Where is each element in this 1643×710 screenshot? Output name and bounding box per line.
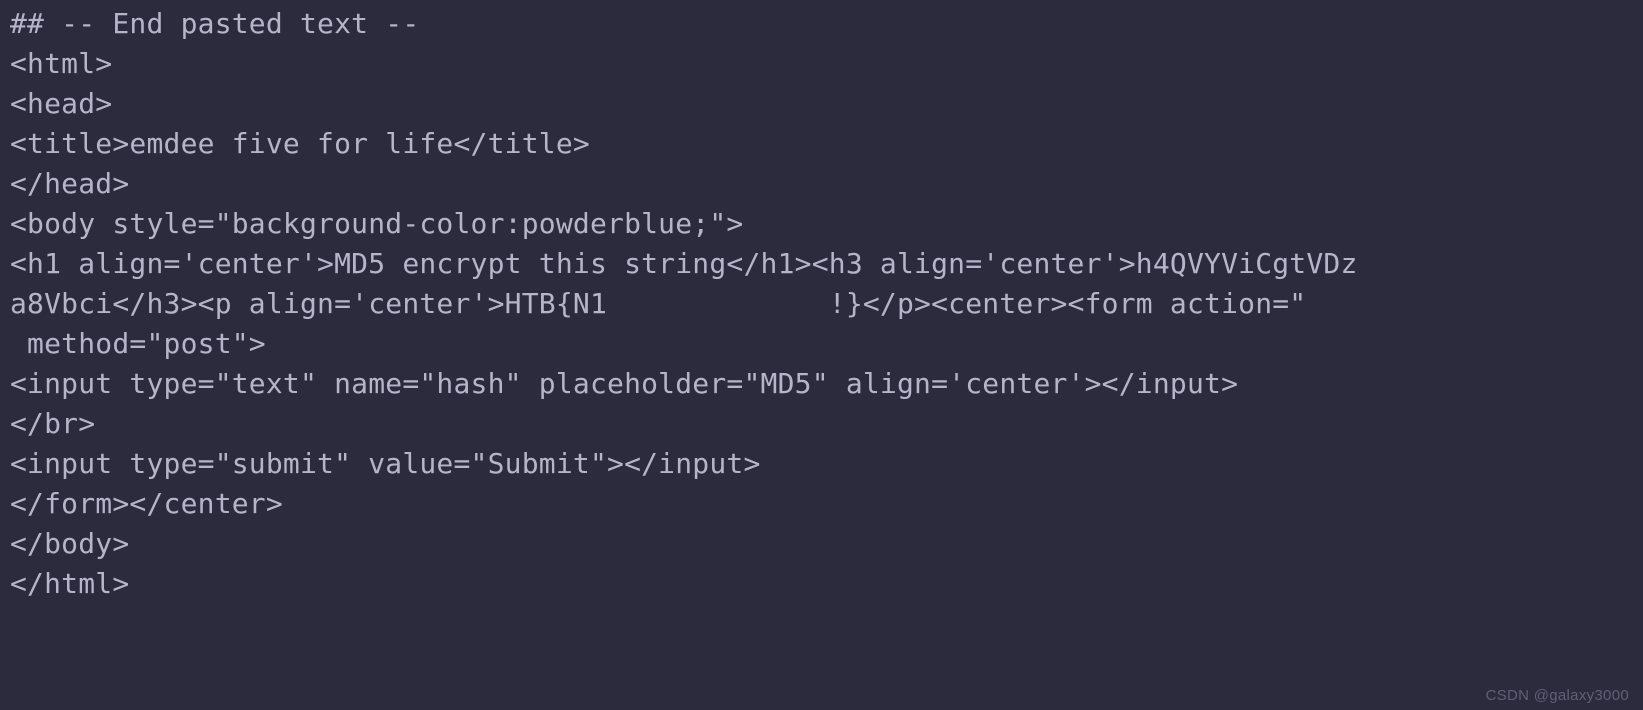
code-line: method="post"> [10, 327, 266, 360]
code-line: </body> [10, 527, 129, 560]
code-line: <input type="text" name="hash" placehold… [10, 367, 1238, 400]
code-line: <head> [10, 87, 112, 120]
code-line: </br> [10, 407, 95, 440]
code-line: </html> [10, 567, 129, 600]
code-line: </form></center> [10, 487, 283, 520]
code-line: </head> [10, 167, 129, 200]
code-line: ## -- End pasted text -- [10, 7, 419, 40]
code-line: <body style="background-color:powderblue… [10, 207, 743, 240]
watermark-text: CSDN @galaxy3000 [1486, 687, 1629, 704]
code-block: ## -- End pasted text -- <html> <head> <… [0, 0, 1643, 614]
code-line: a8Vbci</h3><p align='center'>HTB{N1 !}</… [10, 287, 1306, 320]
code-line: <input type="submit" value="Submit"></in… [10, 447, 761, 480]
code-line: <title>emdee five for life</title> [10, 127, 590, 160]
code-line: <html> [10, 47, 112, 80]
code-line: <h1 align='center'>MD5 encrypt this stri… [10, 247, 1358, 280]
